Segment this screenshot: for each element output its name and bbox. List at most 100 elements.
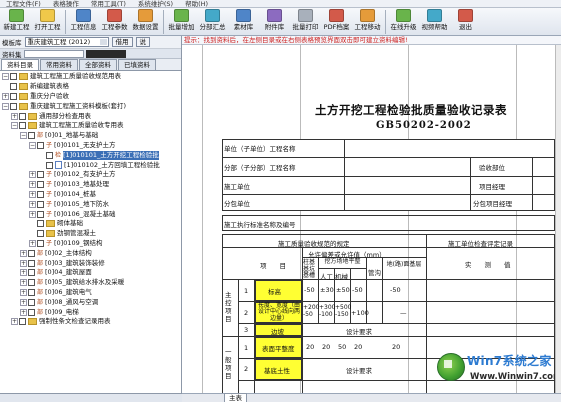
expand-icon[interactable]: + [20,249,27,257]
template-library-select[interactable]: 重庆建筑工程 (2012) [24,37,109,47]
tree-node[interactable]: − 建筑工程施工质量验收专用表 [0,121,181,131]
tree-checkbox[interactable] [37,220,44,228]
tree-node[interactable]: + 重庆分户验收 [0,92,181,102]
expand-icon[interactable]: + [29,200,36,208]
expand-icon[interactable]: + [2,92,9,100]
toolbar-button[interactable]: 素材库 [228,8,259,35]
left-scrollbar[interactable] [0,393,182,402]
expand-icon[interactable]: + [20,308,27,316]
tree-node[interactable]: [1]010102_土方回填工程检验批 [0,160,181,170]
tree-checkbox[interactable] [10,73,17,81]
horizontal-scrollbar[interactable]: 主表 [182,393,561,402]
tree-node[interactable]: + 部 [0]05_建筑给水排水及采暖 [0,278,181,288]
menu-item-system[interactable]: 系统维护(S) [132,0,179,7]
toolbar-button[interactable]: 批量增加 [166,8,197,35]
tree-node[interactable]: + 通用部分检查用表 [0,111,181,121]
toolbar-button[interactable]: 工程信息 [68,8,99,35]
tree-checkbox[interactable] [10,102,17,110]
borrow-button[interactable]: 借用 [111,37,133,47]
toolbar-button[interactable]: 工程参数 [99,8,130,35]
tree-node[interactable]: − 部 [0]01_地基与基础 [0,131,181,141]
tree-checkbox[interactable] [19,112,26,120]
collapse-icon[interactable]: − [29,141,36,149]
tab-filled[interactable]: 已填资料 [118,59,156,70]
form-preview[interactable]: 土方开挖工程检验批质量验收记录表 GB50202-2002 单位（子单位）工程名… [182,45,561,393]
tree-checkbox[interactable] [46,161,53,169]
tree-node[interactable]: − 子 [0]0101_无支护土方 [0,141,181,151]
toolbar-button[interactable]: 新建工程 [1,8,32,35]
tree-checkbox[interactable] [28,132,35,140]
toolbar-button[interactable]: 在线升级 [388,8,419,35]
toolbar-button[interactable]: 数据设置 [130,8,161,35]
tree-node[interactable]: + 子 [0]0103_地基处理 [0,180,181,190]
tree-checkbox[interactable] [28,269,35,277]
tree-node[interactable]: + 部 [0]08_通风与空调 [0,297,181,307]
tree-checkbox[interactable] [28,308,35,316]
tree-node[interactable]: − 建筑工程施工质量验收规范用表 [0,72,181,82]
collapse-icon[interactable]: − [2,73,9,81]
tree-node[interactable]: + 部 [0]06_建筑电气 [0,288,181,298]
tree-node[interactable]: + 子 [0]0106_混凝土基础 [0,209,181,219]
tab-common[interactable]: 常用资料 [40,59,78,70]
tree-node[interactable]: + 子 [0]0102_有支护土方 [0,170,181,180]
tree-checkbox[interactable] [28,259,35,267]
tree-node[interactable]: + 子 [0]0105_地下防水 [0,199,181,209]
expand-icon[interactable]: + [11,318,18,326]
tree-checkbox[interactable] [37,230,44,238]
tree-checkbox[interactable] [28,298,35,306]
expand-icon[interactable]: + [20,279,27,287]
toolbar-button[interactable]: 视频帮助 [419,8,450,35]
tree-checkbox[interactable] [10,92,17,100]
expand-icon[interactable]: + [29,171,36,179]
tree-node[interactable]: 劲钢管混凝土 [0,229,181,239]
tree-node[interactable]: 砌体基础 [0,219,181,229]
collapse-icon[interactable]: − [11,122,18,130]
expand-icon[interactable]: + [11,112,18,120]
tree-node[interactable]: + 部 [0]09_电梯 [0,307,181,317]
tree-checkbox[interactable] [10,83,17,91]
expand-icon[interactable]: + [20,259,27,267]
tree-node[interactable]: 检 [1]010101_土方开挖工程检验批 [0,150,181,160]
tree-checkbox[interactable] [37,181,44,189]
tree-checkbox[interactable] [19,122,26,130]
tree-node[interactable]: + 子 [0]0104_桩基 [0,190,181,200]
collapse-icon[interactable]: − [2,102,9,110]
search-input[interactable] [23,49,84,58]
expand-icon[interactable]: + [20,298,27,306]
tree-node[interactable]: + 部 [0]03_建筑装饰装修 [0,258,181,268]
expand-icon[interactable]: + [29,210,36,218]
tree-checkbox[interactable] [37,171,44,179]
toolbar-button[interactable]: 打开工程 [32,8,63,35]
tree-checkbox[interactable] [37,210,44,218]
toolbar-button[interactable]: 工程移动 [352,8,383,35]
toolbar-button[interactable]: PDF档案 [321,8,352,35]
tree-checkbox[interactable] [46,151,53,159]
expand-icon[interactable]: + [29,181,36,189]
expand-icon[interactable]: + [20,288,27,296]
tree-node[interactable]: + 强制性条文检查记录用表 [0,317,181,327]
tree-node[interactable]: + 子 [0]0109_钢结构 [0,239,181,249]
sheet-tab-main[interactable]: 主表 [224,393,247,402]
toolbar-button[interactable]: 退出 [450,8,481,35]
tree-node[interactable]: 新编建筑表格 [0,82,181,92]
tree-checkbox[interactable] [37,190,44,198]
menu-item-file[interactable]: 工程文件(F) [0,0,47,7]
menu-item-help[interactable]: 帮助(H) [179,0,214,7]
toolbar-button[interactable]: 分部汇总 [197,8,228,35]
expand-icon[interactable]: + [20,269,27,277]
explain-button[interactable]: 说 [135,37,150,47]
tree-node[interactable]: + 部 [0]04_建筑屋面 [0,268,181,278]
menu-item-table[interactable]: 表格操作 [47,0,85,7]
tree-checkbox[interactable] [37,200,44,208]
toolbar-button[interactable]: 附件库 [259,8,290,35]
expand-icon[interactable]: + [29,239,36,247]
tree-checkbox[interactable] [28,288,35,296]
tree-checkbox[interactable] [28,249,35,257]
tree-checkbox[interactable] [37,141,44,149]
tree-checkbox[interactable] [19,318,26,326]
vertical-scrollbar[interactable] [555,45,561,393]
tree-checkbox[interactable] [28,279,35,287]
tree-checkbox[interactable] [37,239,44,247]
tree-node[interactable]: + 部 [0]02_主体结构 [0,248,181,258]
toolbar-button[interactable]: 批量打印 [290,8,321,35]
